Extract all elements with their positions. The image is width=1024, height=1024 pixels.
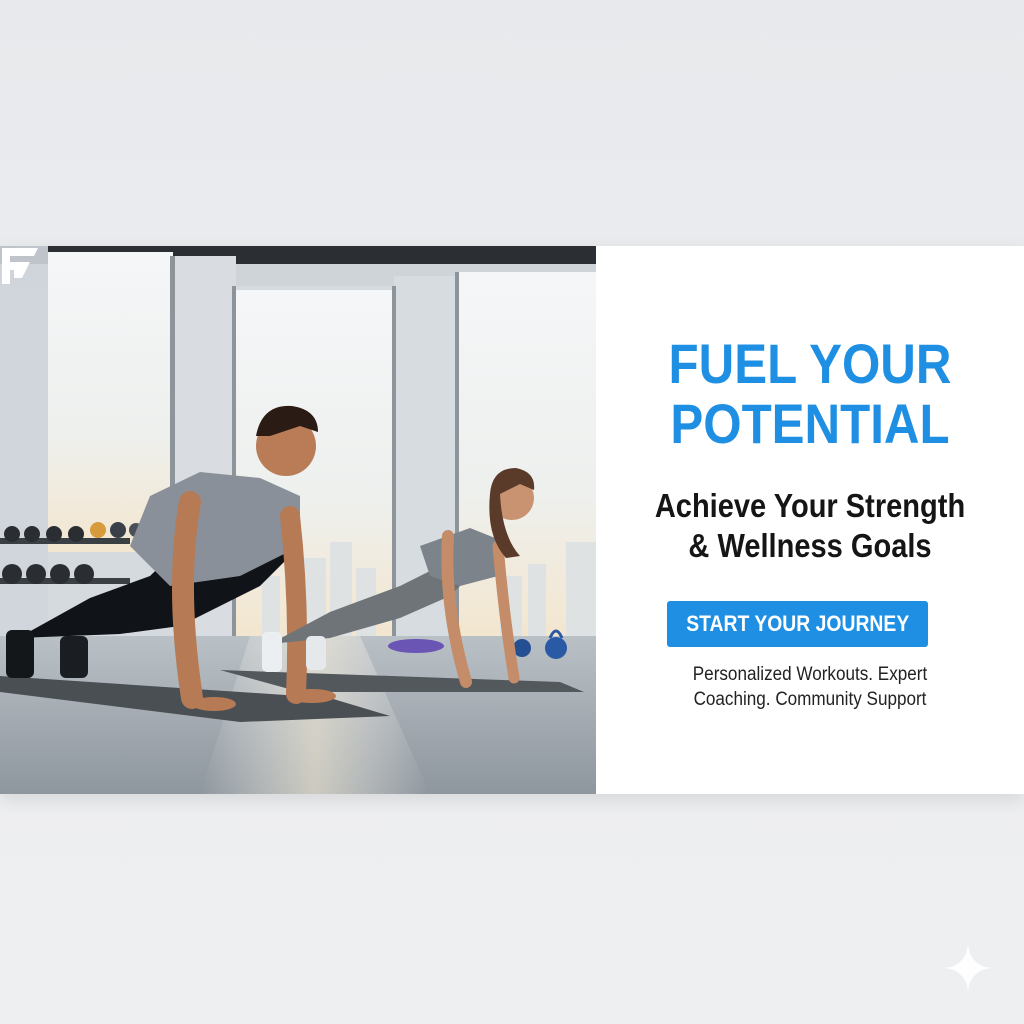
cta-label: START YOUR JOURNEY	[685, 611, 910, 636]
f-logo-icon	[2, 248, 38, 284]
start-your-journey-button[interactable]: START YOUR JOURNEY	[667, 601, 928, 647]
subheading-line-2: & Wellness Goals	[688, 527, 932, 564]
promo-panel: FUEL YOUR POTENTIAL Achieve Your Strengt…	[596, 246, 1024, 794]
sparkle-icon	[944, 944, 992, 992]
subheading-line-1: Achieve Your Strength	[654, 487, 966, 524]
headline: FUEL YOUR POTENTIAL	[622, 334, 999, 454]
features-text: Personalized Workouts. Expert Coaching. …	[617, 662, 1002, 712]
subheading: Achieve Your Strength & Wellness Goals	[622, 486, 999, 566]
features-line-1: Personalized Workouts. Expert	[692, 664, 928, 685]
headline-line-2: POTENTIAL	[670, 392, 950, 455]
hero-banner: FUEL YOUR POTENTIAL Achieve Your Strengt…	[0, 246, 1024, 794]
hero-photo	[0, 246, 596, 794]
features-line-2: Coaching. Community Support	[693, 689, 927, 710]
headline-line-1: FUEL YOUR	[668, 332, 952, 395]
gym-workout-illustration	[0, 246, 596, 794]
